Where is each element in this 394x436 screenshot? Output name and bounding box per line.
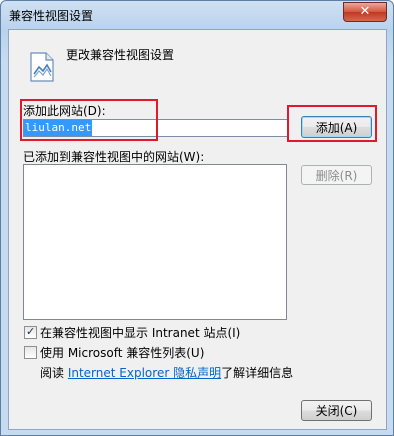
sites-list[interactable] <box>23 164 287 320</box>
intranet-checkbox[interactable]: ✓ <box>24 325 37 339</box>
read-more-line: 阅读 Internet Explorer 隐私声明了解详细信息 <box>40 364 293 381</box>
intranet-label[interactable]: 在兼容性视图中显示 Intranet 站点(I) <box>40 324 240 341</box>
header-text: 更改兼容性视图设置 <box>66 48 175 62</box>
title-bar[interactable]: 兼容性视图设置 ✕ <box>1 1 393 29</box>
dialog-window: 兼容性视图设置 ✕ 更改兼容性视图设置 添加此网站(D): liulan.net… <box>0 0 394 436</box>
remove-button: 删除(R) <box>301 165 372 185</box>
dialog-client-area: 更改兼容性视图设置 添加此网站(D): liulan.net 添加(A) 已添加… <box>8 29 387 430</box>
document-image-icon <box>30 52 54 82</box>
privacy-link[interactable]: Internet Explorer 隐私声明 <box>68 366 221 380</box>
close-button[interactable]: 关闭(C) <box>301 400 372 421</box>
add-button[interactable]: 添加(A) <box>301 116 372 138</box>
microsoft-list-label[interactable]: 使用 Microsoft 兼容性列表(U) <box>40 344 204 361</box>
close-window-button[interactable]: ✕ <box>343 2 387 22</box>
sites-list-label: 已添加到兼容性视图中的网站(W): <box>23 150 205 164</box>
window-title: 兼容性视图设置 <box>9 9 94 23</box>
microsoft-list-checkbox[interactable] <box>24 346 37 359</box>
checkmark-icon: ✓ <box>26 325 36 338</box>
add-site-label: 添加此网站(D): <box>23 104 106 118</box>
add-site-input[interactable]: liulan.net <box>23 119 288 137</box>
read-prefix: 阅读 <box>40 366 68 380</box>
add-site-input-value: liulan.net <box>24 120 93 136</box>
read-suffix: 了解详细信息 <box>221 366 294 380</box>
close-icon: ✕ <box>359 4 371 19</box>
